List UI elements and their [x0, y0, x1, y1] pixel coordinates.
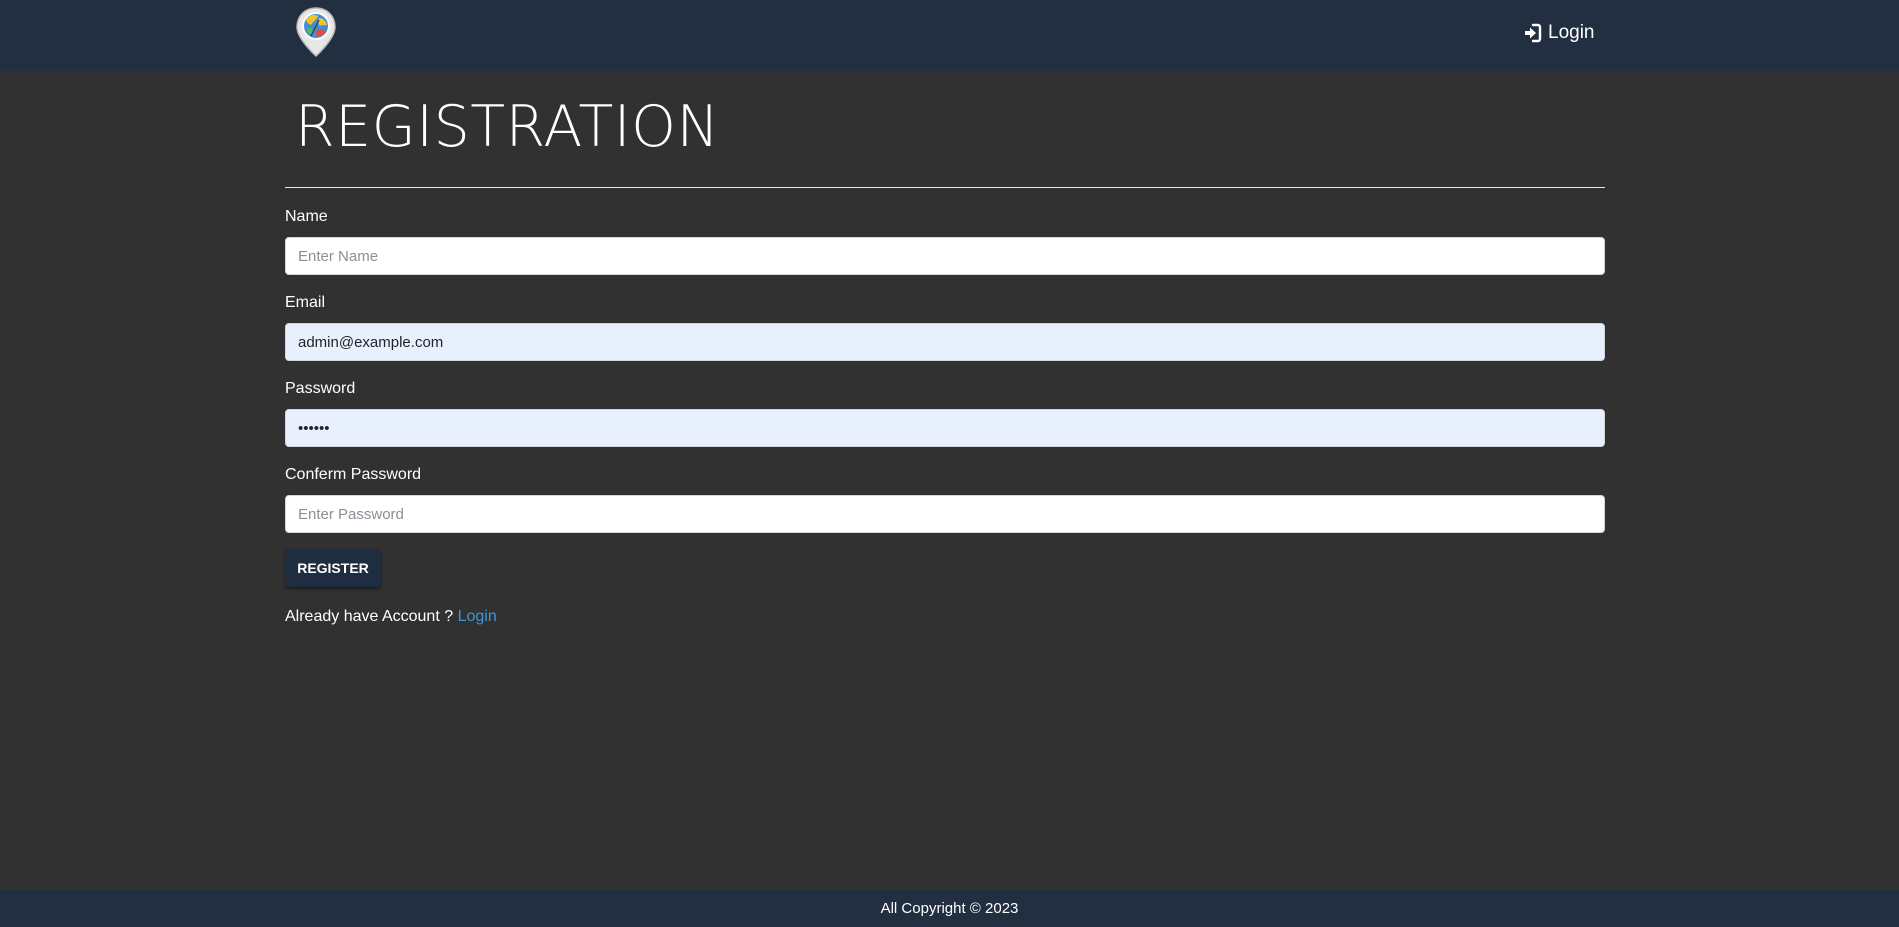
sign-in-icon: [1522, 23, 1542, 43]
page-title: REGISTRATION: [295, 94, 720, 160]
name-label: Name: [285, 208, 328, 225]
email-label: Email: [285, 294, 326, 311]
login-link[interactable]: Login: [458, 608, 497, 625]
nav-login-label: Login: [1548, 22, 1595, 43]
copyright-text: All Copyright © 2023: [880, 900, 1019, 917]
already-have-account: Already have Account ? Login: [285, 608, 497, 626]
title-divider: [285, 187, 1605, 188]
already-text: Already have Account ?: [285, 608, 454, 625]
confirm-password-input[interactable]: [285, 495, 1605, 533]
register-button[interactable]: REGISTER: [285, 549, 381, 587]
confirm-password-label: Conferm Password: [285, 466, 422, 483]
navbar: Login: [0, 0, 1899, 71]
email-input[interactable]: [285, 323, 1605, 361]
password-label: Password: [285, 380, 356, 397]
map-pin-globe-icon[interactable]: [295, 6, 337, 58]
password-input[interactable]: [285, 409, 1605, 447]
nav-login-link[interactable]: Login: [1522, 20, 1595, 46]
footer: All Copyright © 2023: [0, 890, 1899, 927]
name-input[interactable]: [285, 237, 1605, 275]
